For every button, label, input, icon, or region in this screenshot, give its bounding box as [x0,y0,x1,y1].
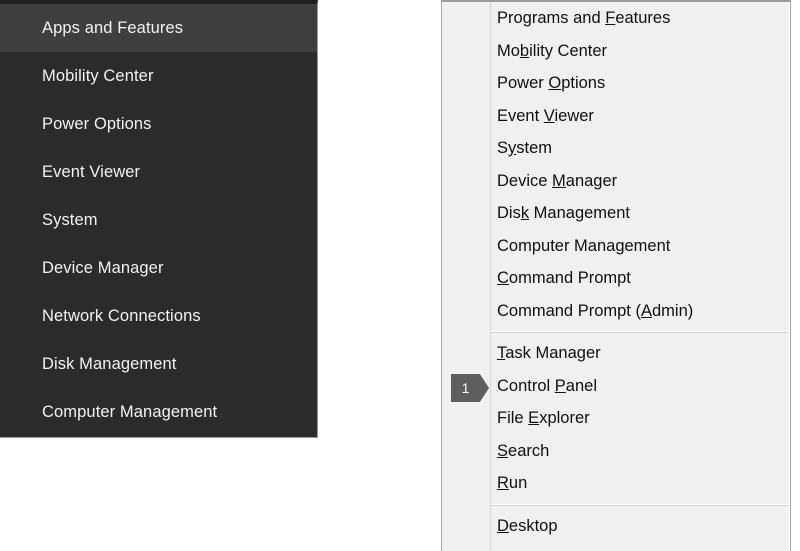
label-post: Management [529,204,630,222]
light-menu-item-command-prompt-admin[interactable]: Command Prompt (Admin) [442,295,790,328]
light-menu-group-system-tools: Programs and Features Mobility Center Po… [442,2,790,327]
light-menu-group-desktop: Desktop [442,510,790,543]
label-post: esktop [509,517,558,535]
label-post: ptions [561,74,605,92]
label-pre: Power [497,74,548,92]
label-pre: Dis [497,204,521,222]
label-pre: Control [497,377,555,395]
accelerator-key: E [528,409,539,427]
label-post: stem [516,139,552,157]
accelerator-key: D [497,517,509,535]
label-pre: S [497,139,508,157]
dark-menu-item-power-options[interactable]: Power Options [0,100,317,148]
light-menu-item-task-manager[interactable]: Task Manager [442,337,790,370]
label-pre: Programs and [497,9,605,27]
light-menu-item-desktop[interactable]: Desktop [442,510,790,543]
label-pre: Device [497,172,552,190]
dark-menu-item-label: Event Viewer [42,163,140,181]
dark-menu-item-label: Computer Management [42,403,217,421]
light-menu-item-run[interactable]: Run [442,467,790,500]
dark-menu-item-label: Disk Management [42,355,176,373]
light-menu-item-control-panel[interactable]: Control Panel [442,370,790,403]
callout-number: 1 [451,374,480,402]
dark-menu-item-disk-management[interactable]: Disk Management [0,340,317,388]
accelerator-key: O [548,74,561,92]
light-menu-item-mobility-center[interactable]: Mobility Center [442,35,790,68]
dark-menu-item-mobility-center[interactable]: Mobility Center [0,52,317,100]
dark-menu-item-label: Apps and Features [42,19,183,37]
label-post: iewer [555,107,594,125]
dark-menu-item-label: Mobility Center [42,67,154,85]
accelerator-key: V [544,107,555,125]
label-post: ommand Prompt [509,269,631,287]
label-post: xplorer [539,409,589,427]
dark-menu-item-event-viewer[interactable]: Event Viewer [0,148,317,196]
light-menu-item-computer-management[interactable]: Computer Management [442,230,790,263]
light-menu-item-device-manager[interactable]: Device Manager [442,165,790,198]
light-menu-item-event-viewer[interactable]: Event Viewer [442,100,790,133]
label-pre: File [497,409,528,427]
callout-badge-1: 1 [451,374,489,402]
accelerator-key: F [605,9,615,27]
light-menu-item-search[interactable]: Search [442,435,790,468]
light-menu-item-programs-and-features[interactable]: Programs and Features [442,2,790,35]
dark-menu-item-label: Power Options [42,115,152,133]
dark-menu-item-network-connections[interactable]: Network Connections [0,292,317,340]
accelerator-key: k [521,204,529,222]
accelerator-key: b [520,42,529,60]
label-post: un [509,474,527,492]
dark-menu-item-computer-management[interactable]: Computer Management [0,388,317,436]
dark-menu-item-label: Device Manager [42,259,164,277]
accelerator-key: T [497,344,505,362]
label-post: dmin) [652,302,693,320]
win8-winx-menu: Programs and Features Mobility Center Po… [441,0,791,551]
dark-menu-item-system[interactable]: System [0,196,317,244]
label-post: anager [566,172,617,190]
light-menu-item-command-prompt[interactable]: Command Prompt [442,262,790,295]
label-post: anel [566,377,597,395]
light-menu-item-power-options[interactable]: Power Options [442,67,790,100]
light-menu-group-utilities: Task Manager Control Panel File Explorer… [442,337,790,500]
dark-menu-item-label: System [42,211,98,229]
label-pre: Mo [497,42,520,60]
label-post: earch [508,442,549,460]
label-pre: Command Prompt ( [497,302,641,320]
accelerator-key: R [497,474,509,492]
accelerator-key: g [615,237,624,255]
dark-menu-item-apps-and-features[interactable]: Apps and Features [0,4,317,52]
accelerator-key: A [641,302,652,320]
accelerator-key: P [555,377,566,395]
light-menu-item-file-explorer[interactable]: File Explorer [442,402,790,435]
menu-separator [490,504,790,506]
dark-menu-item-device-manager[interactable]: Device Manager [0,244,317,292]
dark-menu-item-label: Network Connections [42,307,201,325]
menu-separator [490,331,790,333]
label-post: eatures [615,9,670,27]
label-post: ility Center [529,42,607,60]
accelerator-key: C [497,269,509,287]
label-pre: Event [497,107,544,125]
label-post: ement [625,237,671,255]
accelerator-key: M [552,172,566,190]
light-menu-item-system[interactable]: System [442,132,790,165]
win10-winx-menu: Apps and Features Mobility Center Power … [0,0,318,438]
label-pre: Computer Mana [497,237,615,255]
accelerator-key: S [497,442,508,460]
label-post: ask Manager [505,344,600,362]
light-menu-item-disk-management[interactable]: Disk Management [442,197,790,230]
